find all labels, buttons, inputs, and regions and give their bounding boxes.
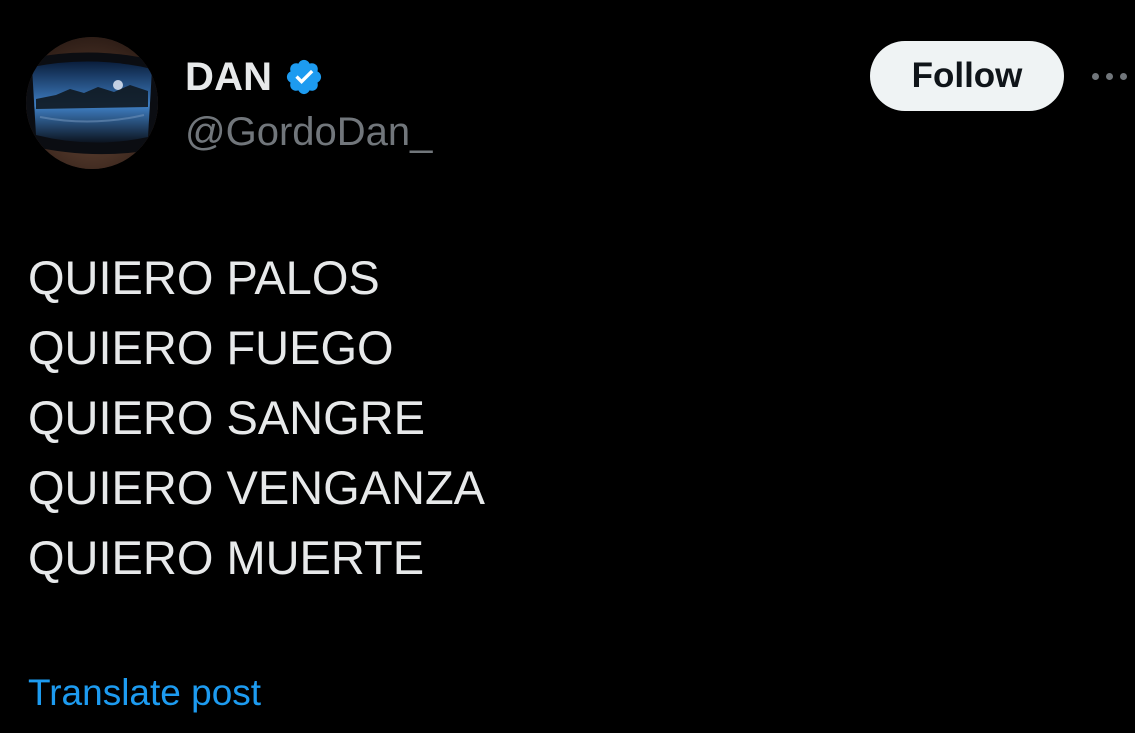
verified-badge-icon[interactable] xyxy=(284,57,324,97)
more-dot xyxy=(1092,72,1099,80)
post-line: QUIERO PALOS xyxy=(28,251,380,304)
post-line: QUIERO FUEGO xyxy=(28,321,394,374)
post-line: QUIERO SANGRE xyxy=(28,391,425,444)
display-name-row: DAN xyxy=(185,52,324,102)
avatar-image xyxy=(26,37,158,169)
translate-post-link[interactable]: Translate post xyxy=(28,668,261,718)
user-handle[interactable]: @GordoDan_ xyxy=(185,107,432,157)
more-options-icon[interactable] xyxy=(1092,60,1135,92)
more-dot xyxy=(1120,72,1127,80)
post-card: DAN @GordoDan_ Follow QUIERO PALOS QUIER… xyxy=(0,0,1135,733)
post-line: QUIERO MUERTE xyxy=(28,531,425,584)
avatar[interactable] xyxy=(26,37,158,169)
follow-button[interactable]: Follow xyxy=(870,41,1064,111)
post-text: QUIERO PALOS QUIERO FUEGO QUIERO SANGRE … xyxy=(28,243,485,593)
post-line: QUIERO VENGANZA xyxy=(28,461,486,514)
display-name[interactable]: DAN xyxy=(185,52,272,102)
more-dot xyxy=(1106,72,1113,80)
